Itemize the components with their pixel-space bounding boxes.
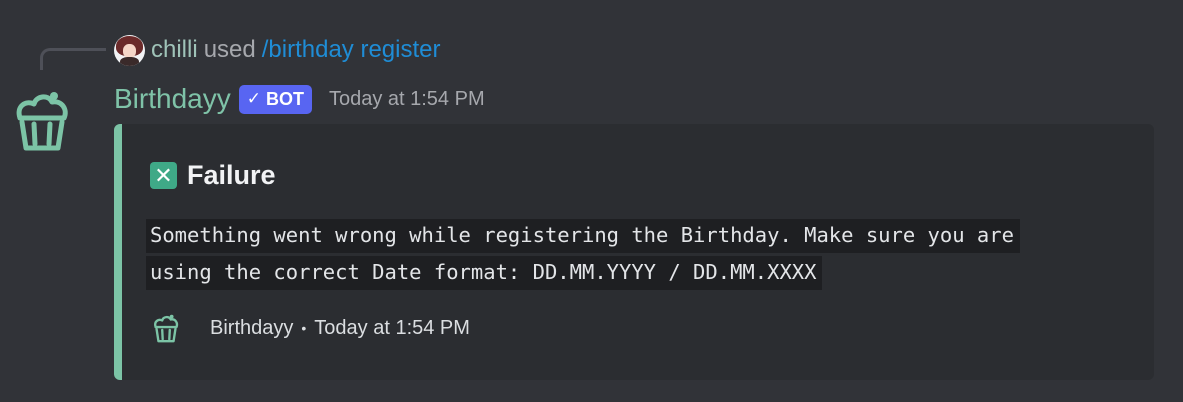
embed-title-text: Failure — [187, 160, 276, 190]
chat-message: chilli used /birthday register Birthdayy… — [0, 0, 1183, 402]
cupcake-avatar-icon[interactable] — [12, 84, 72, 156]
verified-check-icon: ✓ — [246, 89, 261, 108]
command-reply-context[interactable]: chilli used /birthday register — [114, 33, 440, 67]
reply-command-link[interactable]: /birthday register — [262, 36, 441, 64]
inline-code-line-2: using the correct Date format: DD.MM.YYY… — [146, 256, 823, 290]
x-box-icon: ✕ — [150, 162, 177, 189]
message-timestamp[interactable]: Today at 1:54 PM — [329, 88, 485, 111]
embed-card: ✕ Failure Something went wrong while reg… — [114, 124, 1154, 380]
embed-footer: Birthdayy • Today at 1:54 PM — [150, 311, 470, 345]
inline-code-line-1: Something went wrong while registering t… — [146, 219, 1020, 253]
reply-connector — [40, 48, 106, 70]
bot-tag: ✓ BOT — [238, 84, 312, 114]
reply-username[interactable]: chilli — [151, 36, 198, 64]
message-header: Birthdayy ✓ BOT Today at 1:54 PM — [114, 80, 485, 118]
bot-username[interactable]: Birthdayy — [114, 83, 231, 115]
bot-tag-label: BOT — [265, 88, 304, 109]
embed-description: Something went wrong while registering t… — [146, 217, 1086, 291]
reply-user-avatar[interactable] — [114, 34, 145, 66]
cupcake-footer-icon — [154, 314, 179, 343]
reply-used-text: used — [203, 36, 256, 63]
embed-title: ✕ Failure — [150, 160, 276, 191]
footer-bot-name: Birthdayy — [210, 316, 294, 339]
footer-separator: • — [301, 320, 307, 336]
footer-timestamp: Today at 1:54 PM — [314, 316, 470, 339]
